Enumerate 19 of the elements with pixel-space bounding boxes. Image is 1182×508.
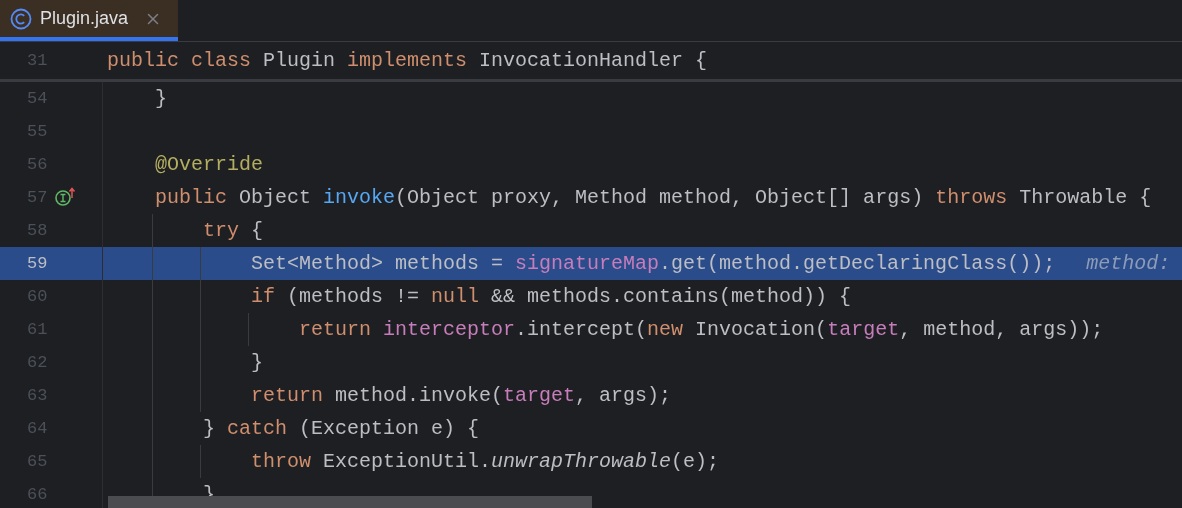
code-line: return interceptor.intercept(new Invocation(target, method, args));	[299, 316, 1104, 343]
code-line: public class Plugin implements InvocationHandler {	[107, 47, 708, 74]
inlay-hint: method:	[1086, 250, 1171, 277]
code-line: if (methods != null && methods.contains(method)) {	[251, 283, 852, 310]
code-line: try {	[203, 217, 264, 244]
tab-label: Plugin.java	[40, 7, 129, 30]
code-line: } catch (Exception e) {	[203, 415, 480, 442]
code-line: @Override	[155, 151, 264, 178]
code-line: }	[251, 349, 263, 376]
code-line: }	[155, 85, 167, 112]
line-number: 59	[27, 252, 48, 275]
code-line: throw ExceptionUtil.unwrapThrowable(e);	[251, 448, 720, 475]
editor-tab[interactable]: Plugin.java	[0, 0, 178, 41]
code-line: return method.invoke(target, args);	[251, 382, 672, 409]
code-line: public Object invoke(Object proxy, Method method, Object[] args) throws Throwable {	[155, 184, 1152, 211]
horizontal-scrollbar[interactable]	[108, 496, 592, 508]
class-icon	[10, 7, 32, 30]
implements-up-arrow-icon[interactable]	[54, 187, 76, 207]
code-line: Set<Method> methods = signatureMap.get(method.getDeclaringClass());	[251, 250, 1056, 277]
